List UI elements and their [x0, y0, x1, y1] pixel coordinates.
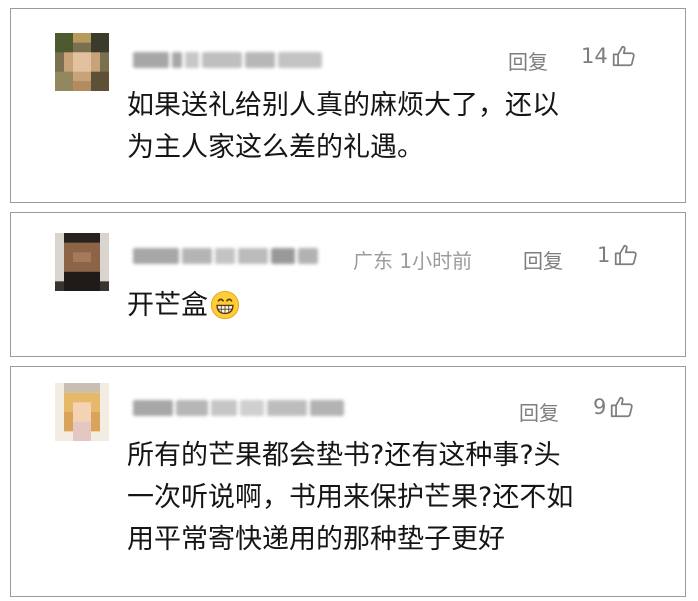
- comment-card-3: 回复 9 所有的芒果都会垫书?还有这种事?头 一次听说啊，书用来保护芒果?还不如…: [10, 366, 686, 597]
- grinning-face-emoji: [210, 290, 240, 320]
- comment-text-2: 开芒盒: [127, 285, 647, 327]
- blurred-username-2[interactable]: [133, 245, 318, 267]
- like-button[interactable]: 14: [581, 43, 637, 69]
- thumbs-up-icon: [615, 244, 638, 266]
- comment-card-2: 广东 1小时前 回复 1 开芒盒: [10, 212, 686, 357]
- comment-text-line: 所有的芒果都会垫书?还有这种事?头: [127, 440, 561, 471]
- thumbs-up-icon: [611, 396, 634, 418]
- pixelated-avatar-image: [55, 233, 109, 291]
- reply-button[interactable]: 回复: [508, 46, 548, 75]
- like-count: 1: [597, 243, 611, 267]
- user-avatar-3[interactable]: [55, 383, 109, 441]
- reply-button[interactable]: 回复: [519, 397, 559, 426]
- comment-card-1: 回复 14 如果送礼给别人真的麻烦大了，还以 为主人家这么差的礼遇。: [10, 8, 686, 203]
- like-button[interactable]: 1: [597, 242, 639, 268]
- comment-text-3: 所有的芒果都会垫书?还有这种事?头 一次听说啊，书用来保护芒果?还不如 用平常寄…: [127, 435, 647, 561]
- user-avatar-1[interactable]: [55, 33, 109, 91]
- thumbs-up-icon: [612, 45, 635, 67]
- user-avatar-2[interactable]: [55, 233, 109, 291]
- comment-text-line: 为主人家这么差的礼遇。: [127, 132, 424, 163]
- comment-text-line: 开芒盒: [127, 290, 208, 321]
- comment-text-line: 如果送礼给别人真的麻烦大了，还以: [127, 90, 559, 121]
- comment-text-1: 如果送礼给别人真的麻烦大了，还以 为主人家这么差的礼遇。: [127, 85, 647, 169]
- comment-location: 广东 1小时前: [353, 245, 472, 274]
- time-text: 1小时前: [399, 249, 473, 273]
- comment-text-line: 一次听说啊，书用来保护芒果?还不如: [127, 482, 574, 513]
- blurred-username-3[interactable]: [133, 397, 344, 419]
- reply-button[interactable]: 回复: [523, 245, 563, 274]
- like-button[interactable]: 9: [593, 394, 635, 420]
- pixelated-avatar-image: [55, 383, 109, 441]
- like-count: 9: [593, 395, 607, 419]
- pixelated-avatar-image: [55, 33, 109, 91]
- comment-text-line: 用平常寄快递用的那种垫子更好: [127, 524, 505, 555]
- location-text: 广东: [353, 249, 393, 273]
- like-count: 14: [581, 44, 608, 68]
- blurred-username-1[interactable]: [133, 49, 322, 71]
